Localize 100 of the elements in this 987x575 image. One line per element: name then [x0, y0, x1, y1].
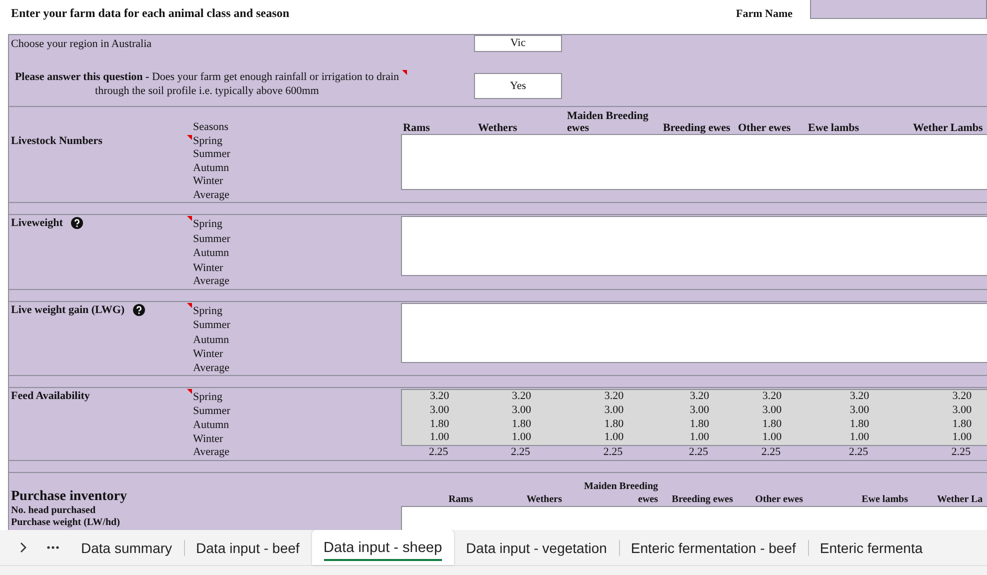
- comment-indicator-icon[interactable]: [187, 216, 192, 221]
- table-cell-text: 3.20: [688, 390, 710, 404]
- sheet-tab[interactable]: Data input - vegetation: [454, 530, 619, 565]
- farm-name-label: Farm Name: [736, 7, 794, 22]
- farm-name-field[interactable]: [810, 0, 987, 19]
- season-label: Autumn: [193, 418, 230, 432]
- sheet-tab[interactable]: Data input - beef: [184, 530, 312, 565]
- table-cell-text: 2.25: [848, 446, 870, 460]
- column-header: Breeding ewes: [670, 492, 734, 506]
- column-header: Maiden Breeding ewes: [583, 480, 659, 506]
- data-entry-area[interactable]: [401, 134, 987, 190]
- table-cell-text: 2.25: [428, 446, 450, 460]
- table-cell-text: 1.00: [848, 431, 870, 446]
- row-label: Purchase weight (LW/hd): [10, 517, 121, 530]
- table-cell-text: 1.00: [428, 431, 450, 446]
- column-header: Wether Lambs: [912, 122, 984, 134]
- question-text: Please answer this question - Does your farm get enough rainfall or irrigation to drain through the soil profile i.e. typically above 600mm: [14, 70, 400, 98]
- season-label: Spring: [193, 390, 224, 404]
- section-title: Liveweight: [11, 217, 63, 229]
- table-cell-text: 3.00: [848, 404, 870, 418]
- table-cell-text: 1.00: [603, 431, 625, 446]
- comment-indicator-icon[interactable]: [187, 389, 192, 394]
- table-cell-text: 3.00: [603, 404, 625, 418]
- season-label: Autumn: [193, 246, 230, 260]
- table-cell-text: 1.00: [688, 431, 710, 446]
- data-entry-area[interactable]: [401, 216, 987, 276]
- season-label: Winter: [193, 432, 224, 446]
- average-label: Average: [193, 446, 230, 460]
- season-label: Spring: [193, 134, 224, 148]
- table-cell-text: 3.00: [761, 404, 783, 418]
- column-header: Rams: [448, 492, 474, 506]
- chevron-right-icon[interactable]: [20, 542, 27, 553]
- sheet-tab[interactable]: Enteric fermenta: [808, 530, 935, 565]
- section-title: Purchase inventory: [10, 488, 128, 505]
- region-dropdown[interactable]: Vic: [474, 35, 562, 52]
- column-header: Wethers: [477, 122, 518, 134]
- table-cell-text: 1.80: [951, 418, 973, 432]
- table-cell-text: 1.80: [761, 418, 783, 432]
- table-cell-text: 1.80: [688, 418, 710, 432]
- data-entry-area[interactable]: [401, 302, 987, 362]
- column-header: Rams: [402, 122, 431, 134]
- column-header: Ewe lambs: [860, 492, 909, 506]
- table-cell-text: 1.80: [603, 418, 625, 432]
- answer-dropdown[interactable]: Yes: [474, 72, 562, 98]
- section-title: Live weight gain (LWG): [11, 304, 125, 316]
- table-cell-text: 3.20: [603, 390, 625, 404]
- season-label: Winter: [193, 347, 224, 362]
- section-title: Feed Availability: [11, 390, 90, 402]
- column-header: Wethers: [525, 492, 563, 506]
- seasons-header: Seasons: [193, 121, 230, 134]
- season-label: Summer: [193, 404, 232, 418]
- season-label: Summer: [193, 318, 232, 332]
- sheet-tab[interactable]: Data summary: [69, 530, 184, 565]
- table-cell-text: 3.20: [510, 390, 532, 404]
- season-label: Summer: [193, 148, 232, 162]
- table-cell-text: 1.00: [761, 431, 783, 446]
- more-icon[interactable]: [47, 546, 59, 549]
- comment-indicator-icon[interactable]: [187, 302, 192, 308]
- table-cell-text: 1.00: [951, 431, 973, 446]
- help-icon[interactable]: [132, 304, 145, 316]
- table-cell-text: 3.00: [428, 404, 450, 418]
- comment-indicator-icon[interactable]: [187, 134, 192, 140]
- table-cell-text: 1.80: [848, 418, 870, 432]
- section-title: Livestock Numbers: [11, 135, 102, 147]
- season-label: Winter: [193, 175, 224, 188]
- column-header: Breeding ewes: [662, 122, 732, 134]
- table-cell-text: 1.80: [510, 418, 532, 432]
- help-icon[interactable]: [70, 217, 83, 229]
- table-cell-text: 3.20: [848, 390, 870, 404]
- table-cell-text: 3.00: [510, 404, 532, 418]
- comment-indicator-icon[interactable]: [402, 70, 407, 74]
- table-cell-text: 2.25: [950, 446, 972, 460]
- region-label: Choose your region in Australia: [10, 37, 153, 52]
- average-label: Average: [193, 275, 230, 288]
- table-cell-text: 2.25: [760, 446, 782, 460]
- table-cell-text: 2.25: [510, 446, 532, 460]
- season-label: Winter: [193, 260, 224, 275]
- table-cell-text: 2.25: [688, 446, 710, 460]
- table-cell-text: 3.20: [951, 390, 973, 404]
- season-label: Autumn: [193, 162, 230, 175]
- season-label: Spring: [193, 217, 224, 232]
- column-header: Ewe lambs: [807, 122, 860, 134]
- average-label: Average: [193, 188, 230, 202]
- average-label: Average: [193, 362, 230, 375]
- sheet-tab[interactable]: Enteric fermentation - beef: [618, 530, 808, 565]
- column-header: Other ewes: [754, 492, 804, 506]
- sheet-title: Enter your farm data for each animal class and season: [10, 5, 290, 22]
- table-cell-text: 1.00: [510, 431, 532, 446]
- season-label: Summer: [193, 232, 232, 246]
- table-cell-text: 1.80: [428, 418, 450, 432]
- row-label: No. head purchased: [10, 504, 97, 518]
- season-label: Spring: [193, 304, 224, 318]
- column-header: Maiden Breeding ewes: [566, 110, 650, 134]
- season-label: Autumn: [193, 332, 230, 347]
- column-header: Other ewes: [737, 122, 792, 134]
- sheet-tab[interactable]: Data input - sheep: [312, 530, 454, 565]
- table-cell-text: 3.20: [428, 390, 450, 404]
- table-cell-text: 3.00: [951, 404, 973, 418]
- column-header: Wether La: [936, 492, 984, 506]
- table-cell-text: 3.20: [761, 390, 783, 404]
